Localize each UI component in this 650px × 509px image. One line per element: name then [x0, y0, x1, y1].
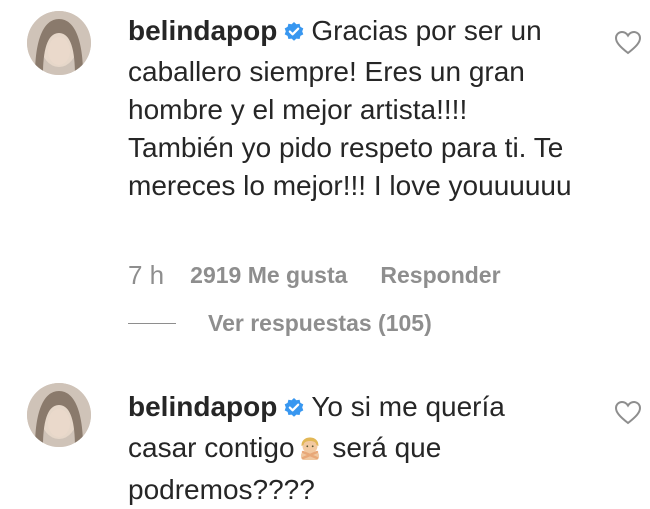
like-count[interactable]: 2919 Me gusta	[190, 262, 347, 289]
avatar[interactable]	[27, 11, 91, 75]
avatar-photo	[27, 383, 91, 447]
comment-text: belindapop Yo si me quería casar contigo …	[128, 388, 573, 509]
heart-outline-icon[interactable]	[613, 398, 643, 428]
view-replies-button[interactable]: Ver respuestas (105)	[128, 306, 432, 340]
view-replies-label[interactable]: Ver respuestas (105)	[208, 310, 432, 337]
comment-text: belindapop Gracias por ser un caballero s…	[128, 12, 573, 205]
avatar[interactable]	[27, 383, 91, 447]
person-gesturing-no-emoji	[297, 433, 323, 471]
heart-outline-icon[interactable]	[613, 28, 643, 58]
verified-badge-icon	[283, 391, 305, 429]
verified-badge-icon	[283, 15, 305, 53]
username[interactable]: belindapop	[128, 15, 277, 46]
avatar-photo	[27, 11, 91, 75]
comment-meta: 7 h 2919 Me gusta Responder	[128, 258, 501, 292]
replies-divider	[128, 322, 176, 324]
reply-button[interactable]: Responder	[380, 262, 500, 289]
comment-time: 7 h	[128, 259, 165, 290]
username[interactable]: belindapop	[128, 391, 277, 422]
